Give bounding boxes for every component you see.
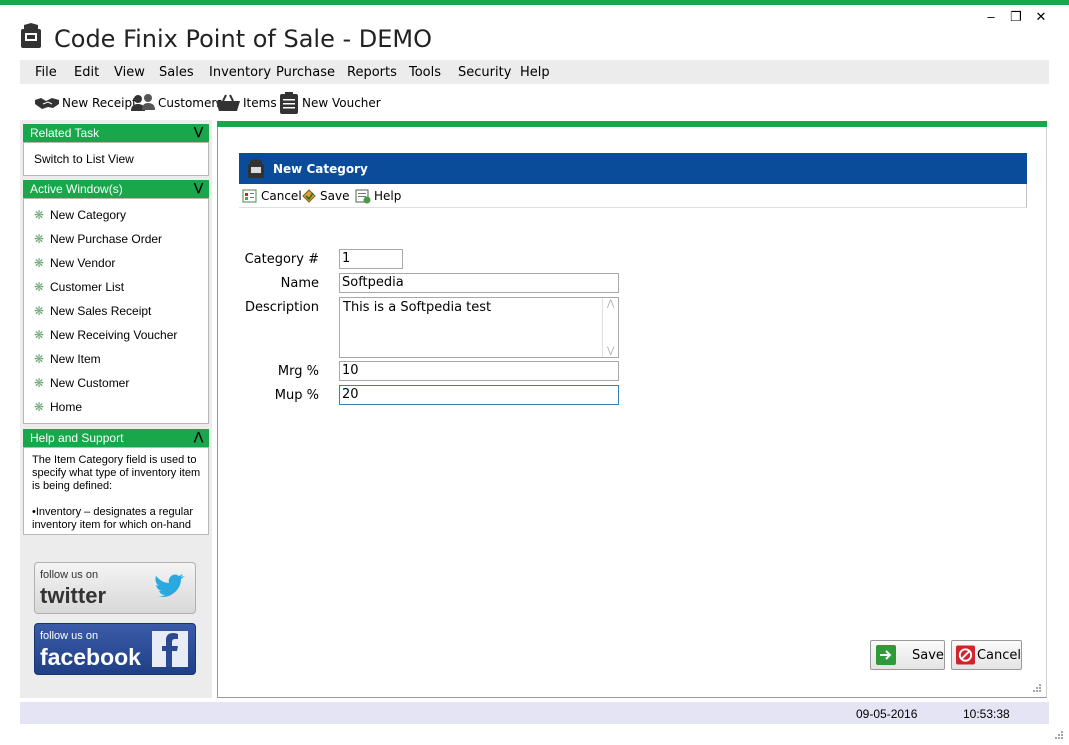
- name-label: Name: [280, 276, 319, 291]
- gear-icon: ❋: [34, 232, 45, 246]
- chevron-down-icon: ⋁: [193, 126, 203, 138]
- scroll-down-icon[interactable]: ⋁: [607, 346, 614, 356]
- mup-percent-input[interactable]: 20: [339, 385, 619, 405]
- clipboard-icon: [280, 92, 298, 114]
- gear-icon: ❋: [34, 376, 45, 390]
- active-window-item[interactable]: ❋ New Item: [34, 352, 101, 366]
- related-task-header[interactable]: Related Task ⋁: [23, 124, 209, 142]
- follow-facebook-button[interactable]: follow us on facebook: [34, 623, 196, 675]
- menu-security[interactable]: Security: [458, 65, 511, 80]
- pos-terminal-icon: [21, 23, 41, 48]
- mrg-percent-input[interactable]: 10: [339, 361, 619, 381]
- menu-file[interactable]: File: [35, 65, 57, 80]
- form-header: New Category: [239, 153, 1027, 184]
- close-button[interactable]: ✕: [1030, 9, 1052, 27]
- toolbar-help-button[interactable]: Help: [355, 188, 401, 204]
- description-label: Description: [244, 300, 319, 315]
- gear-icon: ❋: [34, 352, 45, 366]
- menu-bar: File Edit View Sales Inventory Purchase …: [20, 60, 1049, 84]
- category-number-input[interactable]: 1: [339, 249, 403, 269]
- pos-terminal-icon: [248, 158, 264, 178]
- main-toolbar: New Receipt Customers Items New Voucher: [20, 86, 1049, 118]
- resize-grip-icon[interactable]: [1032, 683, 1042, 693]
- gear-icon: ❋: [34, 304, 45, 318]
- category-number-label: Category #: [244, 252, 319, 267]
- status-time: 10:53:38: [963, 707, 1010, 721]
- description-textarea[interactable]: This is a Softpedia test ⋀ ⋁: [339, 297, 619, 358]
- cancel-button[interactable]: Cancel: [951, 640, 1022, 670]
- switch-to-list-view-link[interactable]: Switch to List View: [34, 152, 134, 166]
- gear-icon: ❋: [34, 328, 45, 342]
- active-window-item[interactable]: ❋ New Vendor: [34, 256, 115, 270]
- menu-edit[interactable]: Edit: [74, 65, 99, 80]
- menu-tools[interactable]: Tools: [409, 65, 441, 80]
- active-window-item[interactable]: ❋ New Customer: [34, 376, 129, 390]
- help-icon: [355, 189, 371, 204]
- mrg-percent-label: Mrg %: [277, 364, 319, 379]
- chevron-down-icon: ⋁: [193, 182, 203, 194]
- form-toolbar: Cancel Save Help: [239, 184, 1027, 208]
- help-support-header[interactable]: Help and Support ⋀: [23, 429, 209, 447]
- arrow-right-icon: [876, 645, 896, 665]
- active-window-item[interactable]: ❋ Customer List: [34, 280, 124, 294]
- menu-view[interactable]: View: [114, 65, 145, 80]
- menu-purchase[interactable]: Purchase: [276, 65, 335, 80]
- basket-icon: [216, 94, 240, 111]
- gear-icon: ❋: [34, 256, 45, 270]
- description-scrollbar[interactable]: ⋀ ⋁: [602, 298, 618, 357]
- facebook-f-icon: [152, 631, 188, 667]
- sidebar: Related Task ⋁ Switch to List View Activ…: [20, 120, 212, 698]
- status-bar: 09-05-2016 10:53:38: [20, 702, 1049, 724]
- related-task-panel: Switch to List View: [23, 142, 209, 176]
- toolbar-cancel-button[interactable]: Cancel: [242, 188, 302, 204]
- active-window-item[interactable]: ❋ New Category: [34, 208, 126, 222]
- active-window-item[interactable]: ❋ New Receiving Voucher: [34, 328, 177, 342]
- save-button[interactable]: Save: [870, 640, 945, 670]
- main-content-area: [217, 127, 1047, 698]
- minimize-button[interactable]: ‒: [980, 9, 1002, 27]
- follow-twitter-button[interactable]: follow us on twitter: [34, 562, 196, 614]
- menu-reports[interactable]: Reports: [347, 65, 397, 80]
- active-windows-header[interactable]: Active Window(s) ⋁: [23, 180, 209, 198]
- new-receipt-button[interactable]: New Receipt: [34, 91, 137, 115]
- save-icon: [302, 189, 316, 203]
- items-button[interactable]: Items: [215, 91, 277, 115]
- gear-icon: ❋: [34, 400, 45, 414]
- menu-help[interactable]: Help: [520, 65, 550, 80]
- customers-button[interactable]: Customers: [130, 91, 223, 115]
- active-window-item[interactable]: ❋ New Sales Receipt: [34, 304, 151, 318]
- restore-button[interactable]: ❐: [1005, 9, 1027, 27]
- app-title: Code Finix Point of Sale - DEMO: [54, 25, 433, 53]
- gear-icon: ❋: [34, 280, 45, 294]
- title-bar: Code Finix Point of Sale - DEMO ‒ ❐ ✕: [0, 5, 1069, 60]
- help-support-panel: The Item Category field is used to speci…: [23, 447, 209, 535]
- help-text: The Item Category field is used to speci…: [32, 454, 201, 531]
- menu-inventory[interactable]: Inventory: [209, 65, 271, 80]
- cancel-icon: [242, 189, 257, 203]
- scroll-up-icon[interactable]: ⋀: [607, 299, 614, 309]
- active-window-item[interactable]: ❋ Home: [34, 400, 82, 414]
- name-input[interactable]: Softpedia: [339, 273, 619, 293]
- menu-sales[interactable]: Sales: [159, 65, 194, 80]
- chevron-up-icon: ⋀: [193, 431, 203, 443]
- toolbar-save-button[interactable]: Save: [301, 188, 349, 204]
- gear-icon: ❋: [34, 208, 45, 222]
- active-window-item[interactable]: ❋ New Purchase Order: [34, 232, 162, 246]
- window-resize-grip-icon[interactable]: [1054, 730, 1064, 740]
- twitter-bird-icon: [155, 574, 185, 597]
- form-title: New Category: [273, 161, 368, 176]
- active-windows-panel: ❋ New Category ❋ New Purchase Order ❋ New V…: [23, 198, 209, 424]
- new-voucher-button[interactable]: New Voucher: [278, 91, 381, 115]
- users-icon: [131, 94, 155, 111]
- handshake-icon: [35, 98, 59, 109]
- prohibited-icon: [956, 645, 975, 665]
- status-date: 09-05-2016: [856, 707, 918, 721]
- mup-percent-label: Mup %: [274, 388, 319, 403]
